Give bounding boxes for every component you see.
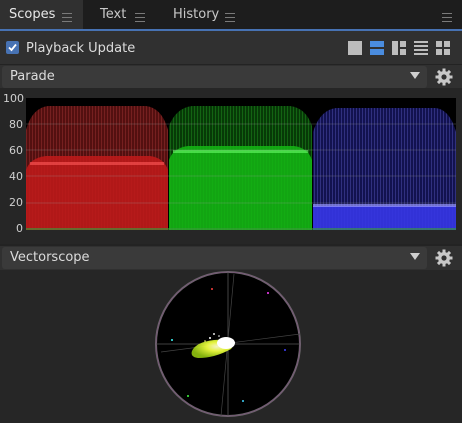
drag-handle-icon[interactable] — [225, 13, 235, 22]
scope-type-dropdown[interactable]: Parade — [2, 66, 427, 88]
y-tick-label: 20 — [9, 196, 23, 209]
tab-label: Text — [100, 7, 127, 22]
drag-handle-icon[interactable] — [62, 13, 72, 22]
checkmark-icon — [8, 43, 17, 52]
dropdown-label: Vectorscope — [10, 250, 90, 265]
tabs-menu-icon[interactable] — [442, 13, 452, 22]
tab-label: Scopes — [9, 7, 56, 22]
playback-row: Playback Update — [0, 31, 462, 64]
tab-label: History — [173, 7, 220, 22]
quad-grid-icon[interactable] — [436, 41, 450, 55]
y-tick-label: 40 — [9, 170, 23, 183]
chevron-down-icon — [410, 72, 420, 79]
playback-update-label: Playback Update — [26, 41, 136, 56]
drag-handle-icon[interactable] — [135, 13, 145, 22]
three-panes-icon[interactable] — [392, 41, 406, 55]
red-channel-core — [26, 156, 168, 230]
chevron-down-icon — [410, 253, 420, 260]
parade-waveform — [26, 106, 456, 230]
tab-history[interactable]: History — [163, 0, 248, 29]
parade-plot — [26, 98, 456, 230]
y-tick-label: 80 — [9, 118, 23, 131]
dropdown-label: Parade — [10, 69, 55, 84]
parade-header: Parade — [0, 65, 462, 89]
tab-text[interactable]: Text — [88, 0, 158, 29]
blue-channel-core — [313, 206, 456, 230]
single-view-icon[interactable] — [348, 41, 362, 55]
vectorscope-header: Vectorscope — [0, 246, 462, 270]
gear-icon[interactable] — [435, 68, 453, 86]
parade-scope: 100 80 60 40 20 0 — [0, 88, 462, 244]
scope-type-dropdown[interactable]: Vectorscope — [2, 247, 427, 269]
tab-bar: Scopes Text History — [0, 0, 462, 31]
green-channel-core — [169, 146, 312, 230]
list-rows-icon[interactable] — [414, 41, 428, 55]
vectorscope-plot — [155, 271, 301, 417]
two-rows-icon[interactable] — [370, 41, 384, 55]
playback-update-checkbox[interactable] — [6, 41, 19, 54]
gear-icon[interactable] — [435, 249, 453, 267]
vectorscope-panel — [0, 270, 462, 423]
y-tick-label: 100 — [3, 92, 24, 105]
tab-scopes[interactable]: Scopes — [0, 0, 83, 31]
y-tick-label: 0 — [16, 222, 23, 235]
y-tick-label: 60 — [9, 144, 23, 157]
